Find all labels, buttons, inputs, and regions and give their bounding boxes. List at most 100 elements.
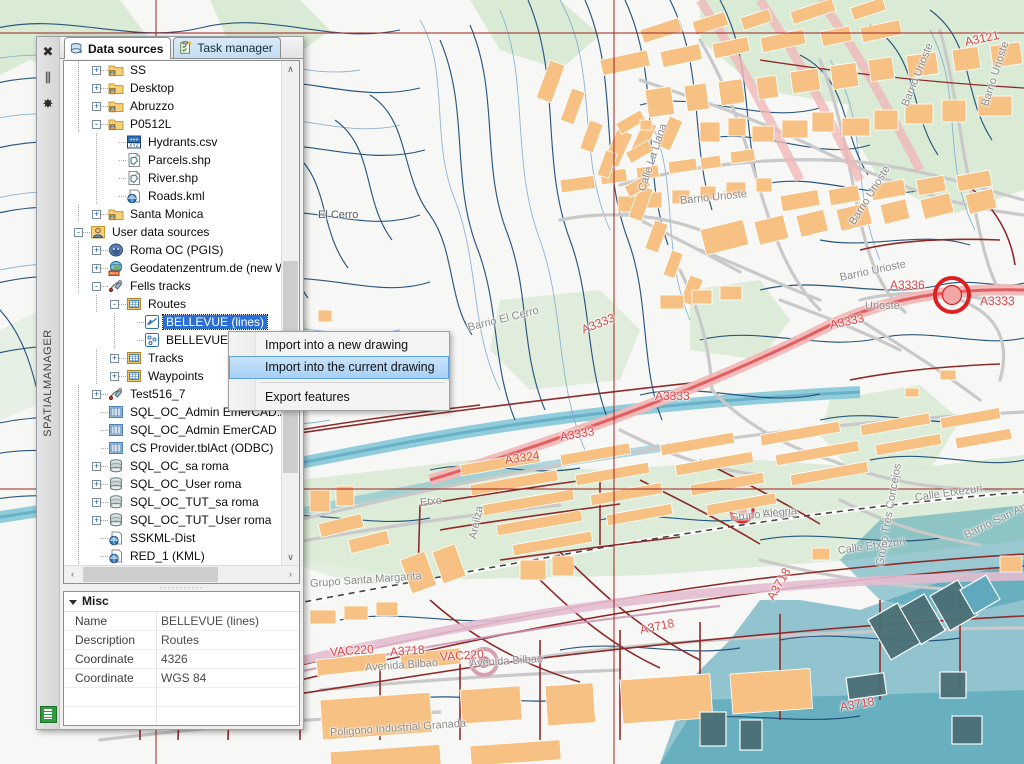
tree-connector — [101, 267, 108, 269]
tree-item[interactable]: Parcels.shp — [64, 151, 282, 169]
collapse-toggle-icon[interactable]: - — [74, 227, 83, 237]
options-icon[interactable]: ✸ — [38, 91, 58, 115]
tree-item[interactable]: + Roma OC (PGIS) — [64, 241, 282, 259]
data-sources-tree[interactable]: + SS + Desktop + Abruzzo - P0512L +++ XYZ Hydrants… — [64, 61, 282, 566]
tree-item[interactable]: + SS — [64, 61, 282, 79]
expand-toggle-icon[interactable]: + — [92, 245, 101, 255]
tree-item[interactable]: BELLEVUE (lines) — [64, 313, 282, 331]
tree-connector — [101, 483, 108, 485]
scroll-left-button[interactable]: ‹ — [64, 566, 81, 583]
expand-toggle-icon[interactable]: + — [92, 497, 101, 507]
tree-item[interactable]: + Santa Monica — [64, 205, 282, 223]
tree-indent-guide — [64, 421, 92, 439]
horizontal-scroll-thumb[interactable] — [83, 566, 218, 582]
tree-item[interactable]: Roads.kml — [64, 187, 282, 205]
tree-item[interactable]: SQL_OC_Admin EmerCAD In — [64, 421, 282, 439]
tree-indent-guide — [64, 511, 92, 529]
tree-item[interactable]: + SQL_OC_TUT_sa roma — [64, 493, 282, 511]
tree-indent-guide — [64, 205, 92, 223]
tree-item[interactable]: + SQL_OC_TUT_User roma — [64, 511, 282, 529]
expand-toggle-icon[interactable]: + — [110, 353, 119, 363]
tree-indent-guide — [64, 223, 74, 241]
table-blue-icon — [108, 422, 124, 438]
db-cylinder-icon — [108, 494, 124, 510]
close-icon[interactable]: ✖ — [38, 39, 58, 63]
expand-toggle-icon[interactable]: + — [92, 209, 101, 219]
tree-item[interactable]: - Fells tracks — [64, 277, 282, 295]
tree-connector — [101, 555, 108, 557]
horizontal-scroll-track[interactable] — [81, 566, 282, 583]
tree-item[interactable]: RED_1 (KML) — [64, 547, 282, 565]
tree-connector — [101, 87, 108, 89]
tree-connector — [101, 465, 108, 467]
tree-connector — [101, 393, 108, 395]
property-row[interactable]: Coordinate nameWGS 84 — [64, 668, 299, 688]
tree-item[interactable]: River.shp — [64, 169, 282, 187]
property-row[interactable]: Name BELLEVUE (lines) — [64, 611, 299, 631]
tree-item[interactable]: - Routes — [64, 295, 282, 313]
property-value[interactable]: BELLEVUE (lines) — [157, 612, 299, 631]
tree-vertical-scrollbar[interactable]: ∧ ∨ — [281, 61, 299, 566]
wfs-globe-icon: WFS — [108, 260, 124, 276]
expand-toggle-icon[interactable]: + — [92, 83, 101, 93]
expand-toggle-icon[interactable]: + — [110, 371, 119, 381]
properties-group-header[interactable]: Misc — [64, 591, 299, 612]
scroll-right-button[interactable]: › — [282, 566, 299, 583]
tree-item[interactable]: + SQL_OC_User roma — [64, 475, 282, 493]
collapse-toggle-icon[interactable]: - — [110, 299, 119, 309]
tree-indent-guide — [64, 385, 92, 403]
collapse-toggle-icon[interactable]: - — [92, 281, 101, 291]
tree-indent-guide — [64, 349, 110, 367]
tree-item[interactable]: + Abruzzo — [64, 97, 282, 115]
tab-task-manager-label: Task manager — [197, 41, 273, 55]
property-value[interactable]: 4326 — [157, 650, 299, 669]
tree-item[interactable]: - P0512L — [64, 115, 282, 133]
context-menu-item[interactable]: Import into a new drawing — [229, 334, 449, 356]
tree-item-label: SQL_OC_sa roma — [130, 459, 229, 473]
property-row[interactable]: Description Routes — [64, 630, 299, 650]
property-value[interactable]: Routes — [157, 631, 299, 650]
scroll-up-button[interactable]: ∧ — [282, 61, 299, 78]
tab-data-sources[interactable]: Data sources — [64, 37, 172, 59]
tree-item[interactable]: + WFS Geodatenzentrum.de (new W — [64, 259, 282, 277]
tree-item[interactable]: - User data sources — [64, 223, 282, 241]
folder-db-icon — [108, 116, 124, 132]
tree-connector — [101, 537, 108, 539]
context-menu[interactable]: Import into a new drawing Import into the… — [228, 331, 450, 411]
context-menu-item[interactable]: Import into the current drawing — [229, 356, 449, 379]
autohide-icon[interactable]: ⫼ — [38, 65, 58, 89]
expand-toggle-icon[interactable]: + — [92, 65, 101, 75]
tree-indent-guide — [64, 187, 110, 205]
db-cylinder-icon — [108, 476, 124, 492]
scroll-down-button[interactable]: ∨ — [282, 549, 299, 566]
panel-splitter[interactable]: ··········· — [60, 582, 303, 592]
tree-item[interactable]: + SQL_OC_sa roma — [64, 457, 282, 475]
tree-indent-guide — [64, 79, 92, 97]
tree-item[interactable]: CS Provider.tblAct (ODBC) — [64, 439, 282, 457]
expand-toggle-icon[interactable]: + — [92, 515, 101, 525]
tree-item-label: Parcels.shp — [148, 153, 211, 167]
expand-toggle-icon[interactable]: + — [92, 461, 101, 471]
tab-task-manager[interactable]: Task manager — [173, 37, 281, 58]
expand-toggle-icon[interactable]: + — [92, 479, 101, 489]
expand-toggle-icon[interactable]: + — [92, 101, 101, 111]
tree-item[interactable]: + Desktop — [64, 79, 282, 97]
expand-toggle-icon[interactable]: + — [92, 263, 101, 273]
tree-connector — [137, 339, 144, 341]
palette-title: SPATIALMANAGER — [42, 329, 54, 437]
palette-titlebar: ✖ ⫼ ✸ SPATIALMANAGER — [37, 37, 60, 729]
kml-icon — [126, 188, 142, 204]
tree-horizontal-scrollbar[interactable]: ‹ › — [64, 564, 299, 583]
tree-connector — [101, 447, 108, 449]
tree-indent-guide — [64, 61, 92, 79]
tree-connector — [101, 213, 108, 215]
tree-item[interactable]: +++ XYZ Hydrants.csv — [64, 133, 282, 151]
property-row[interactable]: Coordinate code4326 — [64, 649, 299, 669]
property-value[interactable]: WGS 84 — [157, 669, 299, 688]
tree-connector — [101, 501, 108, 503]
collapse-toggle-icon[interactable]: - — [92, 119, 101, 129]
expand-toggle-icon[interactable]: + — [92, 389, 101, 399]
context-menu-item[interactable]: Export features — [229, 386, 449, 408]
tree-item[interactable]: SSKML-Dist — [64, 529, 282, 547]
